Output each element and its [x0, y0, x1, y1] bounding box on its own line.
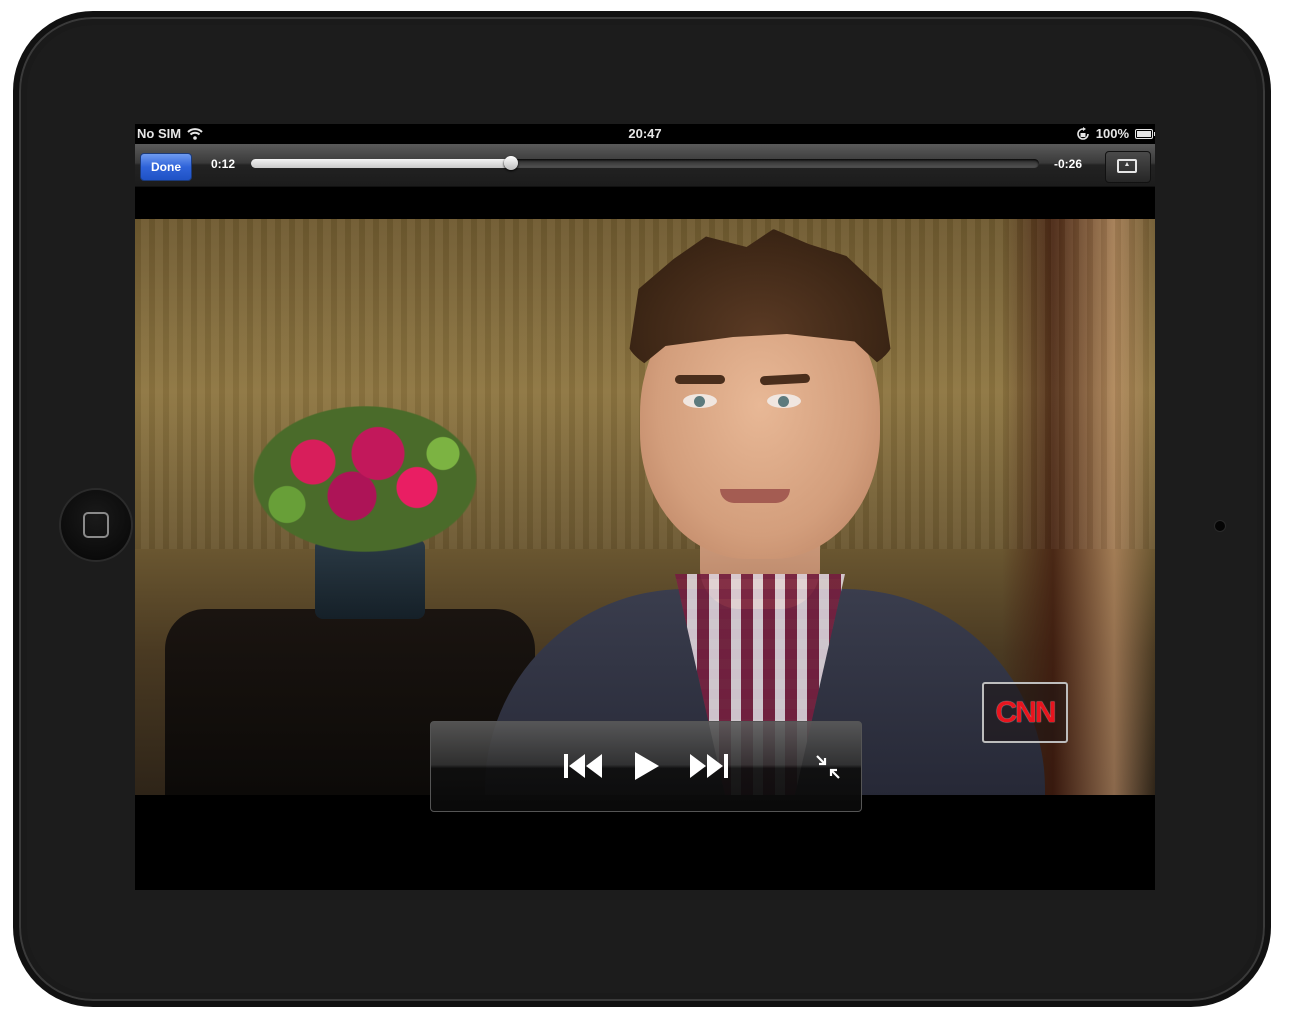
play-icon: [635, 752, 659, 780]
exit-fullscreen-icon: [816, 755, 840, 779]
aspect-ratio-icon: [1117, 159, 1137, 173]
video-person: [485, 229, 1045, 795]
screen: No SIM 20:47 100% Done 0:12 -0:26 CNN: [135, 124, 1155, 890]
skip-forward-button[interactable]: [687, 748, 731, 784]
scrubber-track[interactable]: [251, 156, 1039, 170]
skip-back-button[interactable]: [561, 748, 605, 784]
skip-forward-icon: [690, 754, 728, 778]
skip-back-icon: [564, 754, 602, 778]
cnn-logo: CNN: [982, 682, 1068, 743]
battery-percent: 100%: [1095, 126, 1129, 141]
video-frame[interactable]: CNN: [135, 219, 1155, 795]
play-button[interactable]: [627, 748, 663, 784]
done-button[interactable]: Done: [140, 153, 192, 181]
battery-icon: [1135, 128, 1155, 139]
scrubber-fill: [251, 159, 512, 168]
status-time: 20:47: [628, 126, 662, 141]
time-remaining: -0:26: [1054, 157, 1083, 171]
time-elapsed: 0:12: [211, 157, 236, 171]
aspect-ratio-button[interactable]: [1105, 151, 1151, 183]
exit-fullscreen-button[interactable]: [815, 754, 841, 780]
video-toolbar: Done 0:12 -0:26: [135, 144, 1155, 187]
home-button[interactable]: [61, 490, 131, 560]
status-bar: No SIM 20:47 100%: [135, 124, 1155, 144]
video-flowers: [235, 394, 495, 564]
front-camera: [1215, 521, 1225, 531]
rotation-lock-icon: [1076, 126, 1090, 141]
home-button-icon: [83, 512, 109, 538]
scrubber-thumb[interactable]: [504, 156, 519, 170]
playback-controls: [430, 721, 862, 812]
